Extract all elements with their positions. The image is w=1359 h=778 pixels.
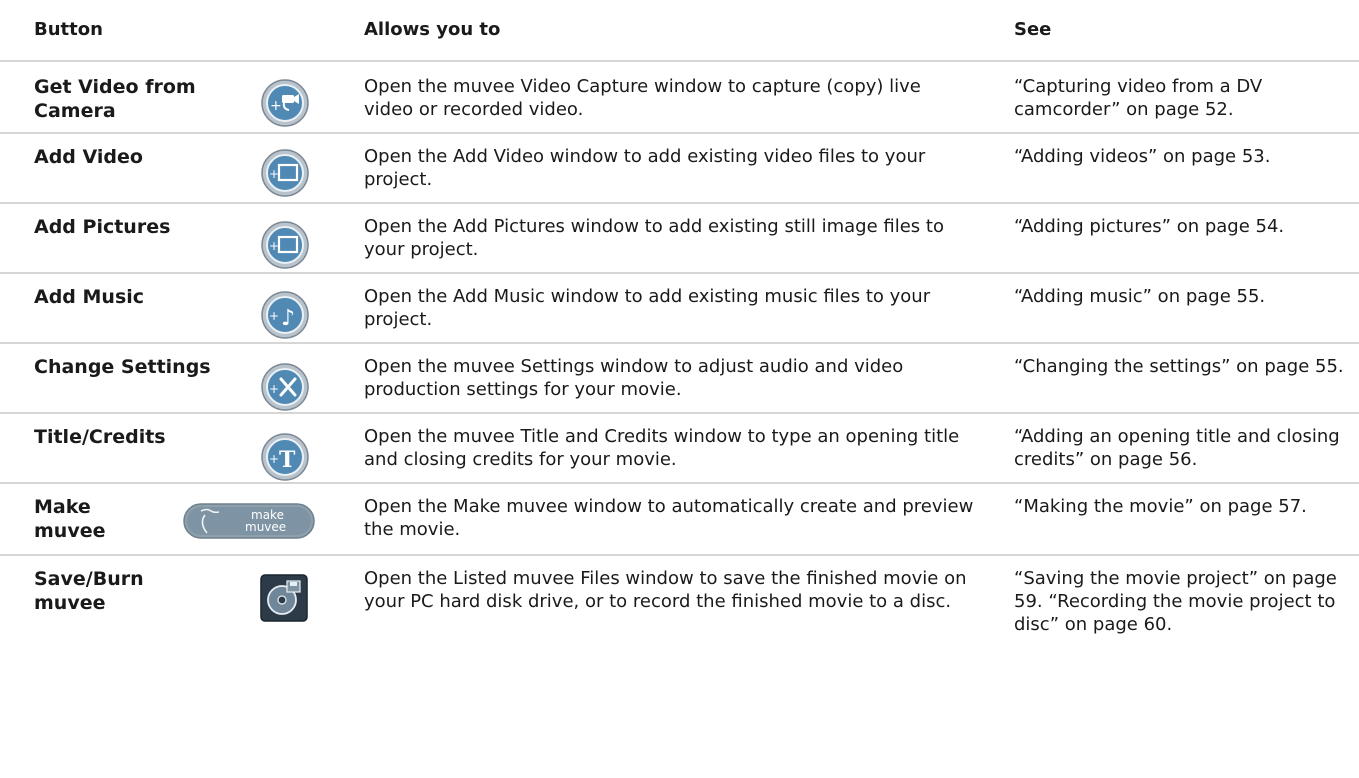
row-see-reference: “Adding videos” on page 53. xyxy=(1014,146,1271,167)
table-row: Title/Credits + T Open the muvee Title a… xyxy=(0,412,1359,482)
svg-text:+: + xyxy=(269,382,279,396)
table-row: Change Settings + Open the muvee Setting… xyxy=(0,342,1359,412)
save-burn-disc-icon[interactable] xyxy=(260,574,308,622)
header-see: See xyxy=(1014,19,1052,40)
row-description: Open the Make muvee window to automatica… xyxy=(364,496,974,540)
button-name: Get Video from Camera xyxy=(34,76,196,122)
row-see-reference: “Adding pictures” on page 54. xyxy=(1014,216,1285,237)
svg-text:♪: ♪ xyxy=(281,306,295,331)
button-name: Title/Credits xyxy=(34,426,166,448)
row-description: Open the muvee Settings window to adjust… xyxy=(364,356,904,400)
table-row: Add Video + Open the Add Video window to… xyxy=(0,132,1359,202)
row-see-reference: “Adding music” on page 55. xyxy=(1014,286,1266,307)
row-see-reference: “Making the movie” on page 57. xyxy=(1014,496,1307,517)
svg-text:+: + xyxy=(269,167,279,181)
make-muvee-icon-text-2: muvee xyxy=(245,520,286,534)
table-row: Make muvee make muvee Open the Make muve… xyxy=(0,482,1359,554)
picture-plus-icon[interactable]: + xyxy=(260,220,310,270)
music-note-plus-icon[interactable]: + ♪ xyxy=(260,290,310,340)
row-description: Open the muvee Video Capture window to c… xyxy=(364,76,921,120)
camera-plus-icon[interactable]: + xyxy=(260,78,310,128)
button-name: Make muvee xyxy=(34,496,106,542)
row-see-reference: “Capturing video from a DV camcorder” on… xyxy=(1014,76,1263,120)
row-description: Open the Add Music window to add existin… xyxy=(364,286,931,330)
row-see-reference: “Saving the movie project” on page 59. “… xyxy=(1014,568,1337,635)
title-t-plus-icon[interactable]: + T xyxy=(260,432,310,482)
table-header-row: Button Allows you to See xyxy=(0,18,1359,58)
svg-text:+: + xyxy=(269,452,279,466)
svg-text:+: + xyxy=(269,239,279,253)
table-row: Save/Burn muvee Open the Listed muvee Fi… xyxy=(0,554,1359,778)
table-row: Add Pictures + Open the Add Pictures win… xyxy=(0,202,1359,272)
row-description: Open the Add Video window to add existin… xyxy=(364,146,926,190)
table-row: Add Music + ♪ Open the Add Music window … xyxy=(0,272,1359,342)
row-see-reference: “Changing the settings” on page 55. xyxy=(1014,356,1344,377)
button-name: Change Settings xyxy=(34,356,211,378)
button-name: Add Music xyxy=(34,286,145,308)
svg-text:+: + xyxy=(269,309,279,323)
svg-text:+: + xyxy=(270,98,282,114)
button-name: Add Video xyxy=(34,146,143,168)
row-see-reference: “Adding an opening title and closing cre… xyxy=(1014,426,1340,470)
svg-text:T: T xyxy=(279,447,296,473)
header-allows-you-to: Allows you to xyxy=(364,19,501,40)
button-name: Add Pictures xyxy=(34,216,171,238)
film-plus-icon[interactable]: + xyxy=(260,148,310,198)
row-description: Open the Add Pictures window to add exis… xyxy=(364,216,944,260)
make-muvee-icon[interactable]: make muvee xyxy=(183,503,315,539)
settings-tools-plus-icon[interactable]: + xyxy=(260,362,310,412)
button-name: Save/Burn muvee xyxy=(34,568,144,614)
row-description: Open the muvee Title and Credits window … xyxy=(364,426,960,470)
row-description: Open the Listed muvee Files window to sa… xyxy=(364,568,967,612)
table-row: Get Video from Camera + Open the muvee V… xyxy=(0,60,1359,132)
header-button: Button xyxy=(34,19,103,40)
